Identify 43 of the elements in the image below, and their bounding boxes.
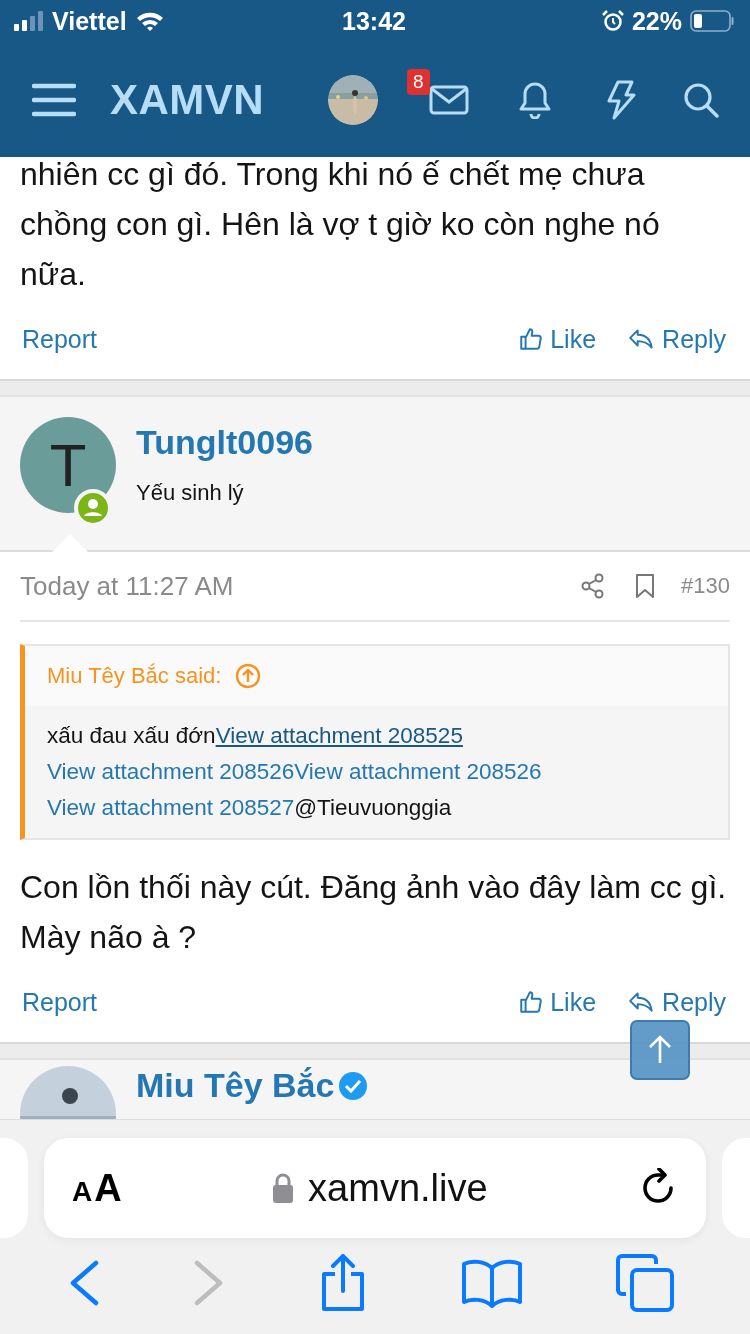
back-icon[interactable] — [68, 1260, 101, 1306]
post-text: nhiên cc gì đó. Trong khi nó ế chết mẹ chưa chồng con gì. Hên là vợ t giờ ko còn nghe nó nữa. — [20, 157, 661, 294]
attachment-link[interactable]: View attachment 208526 — [294, 759, 542, 784]
report-link[interactable]: Report — [22, 987, 98, 1017]
post-number[interactable]: #130 — [681, 573, 730, 599]
user-avatar[interactable]: T — [20, 417, 116, 513]
report-link[interactable]: Report — [22, 324, 98, 354]
menu-icon[interactable] — [32, 81, 76, 118]
site-logo[interactable]: XAMVN — [110, 75, 265, 124]
carrier-name: Viettel — [52, 6, 127, 36]
clock-time: 13:42 — [342, 6, 406, 36]
text-size-button[interactable]: AA — [72, 1166, 122, 1210]
username-link[interactable]: Tunglt0096 — [136, 423, 313, 462]
address-bar[interactable]: AA xamvn.live — [44, 1138, 706, 1238]
user-title: Yếu sinh lý — [136, 480, 245, 506]
attachment-link[interactable]: View attachment 208526 — [47, 759, 295, 784]
attachment-link[interactable]: View attachment 208527 — [47, 795, 295, 820]
scroll-to-top-button[interactable] — [630, 1020, 690, 1080]
post-date[interactable]: Today at 11:27 AM — [20, 570, 234, 602]
url-text: xamvn.live — [308, 1166, 488, 1210]
tabs-icon[interactable] — [615, 1254, 674, 1312]
bell-icon[interactable] — [518, 80, 552, 119]
bookmark-icon[interactable] — [635, 573, 656, 599]
mail-icon[interactable] — [429, 84, 469, 115]
username-link[interactable]: Miu Têy Bắc — [136, 1066, 335, 1105]
bolt-icon[interactable] — [606, 79, 636, 120]
like-button[interactable]: Like — [518, 324, 597, 354]
reply-button[interactable]: Reply — [628, 324, 726, 354]
thumbs-up-icon[interactable] — [518, 326, 545, 352]
book-icon[interactable] — [460, 1258, 523, 1308]
search-icon[interactable] — [682, 80, 720, 119]
reply-button[interactable]: Reply — [628, 987, 726, 1017]
attachment-link[interactable]: View attachment 208525 — [215, 723, 463, 748]
like-button[interactable]: Like — [518, 987, 597, 1017]
battery-icon — [690, 10, 734, 32]
signal-icon — [14, 11, 44, 31]
notification-badge: 8 — [407, 68, 430, 95]
share-icon[interactable] — [581, 573, 606, 599]
battery-percent: 22% — [631, 6, 682, 36]
thumbs-up-icon[interactable] — [518, 989, 545, 1015]
alarm-icon — [601, 10, 624, 32]
quote-text: xấu đau xấu đớnView attachment 208525 View attachment 208526View attachment 208526 View attachment 208527@Tieuvuonggia — [46, 722, 543, 822]
post-text: Con lồn thối này cút. Đăng ảnh vào đây làm cc gì. Mày não à ? — [20, 868, 728, 957]
